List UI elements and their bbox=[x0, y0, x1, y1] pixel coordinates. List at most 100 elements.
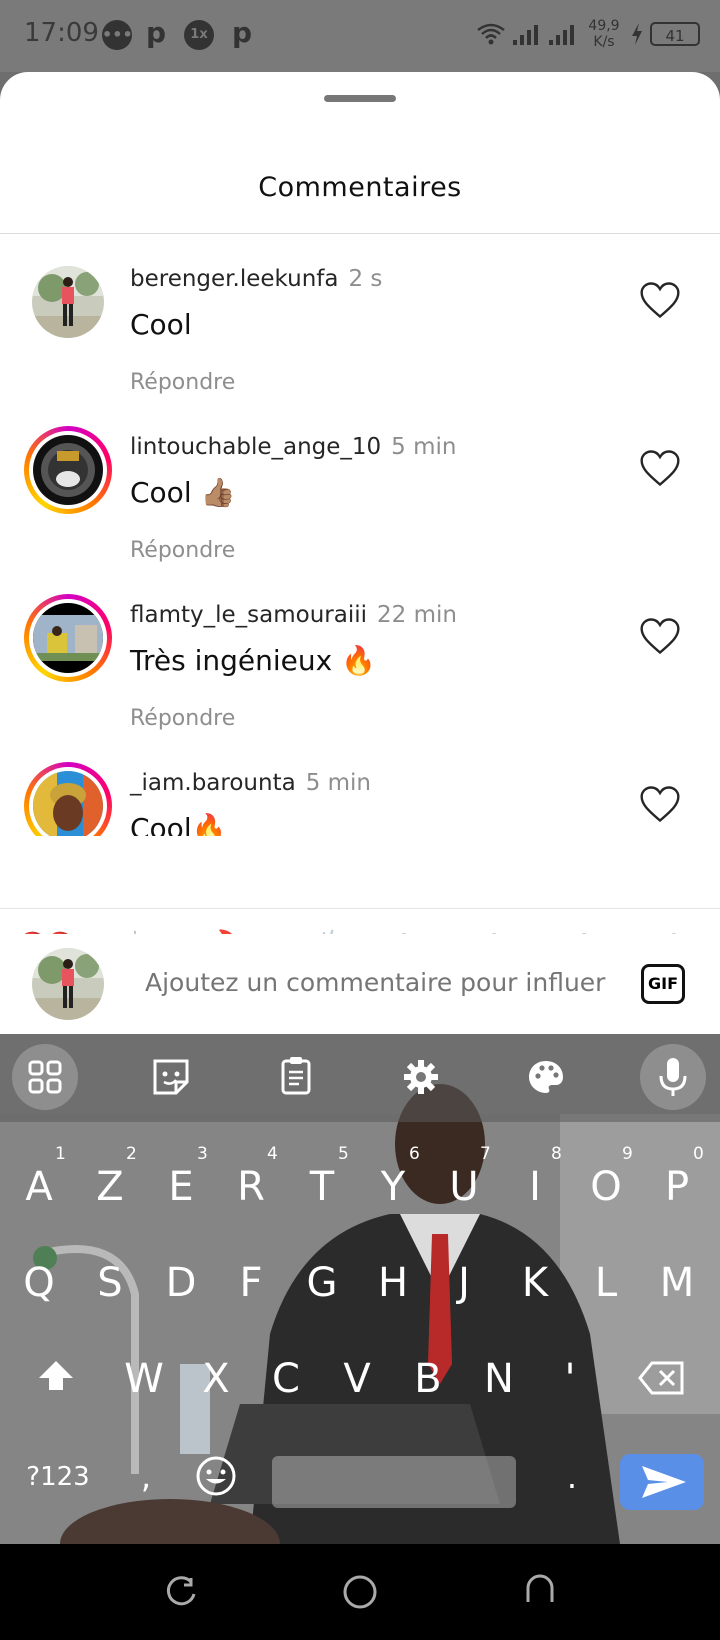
comment-username[interactable]: _iam.barounta 5 min bbox=[130, 770, 371, 796]
home-icon[interactable] bbox=[340, 1572, 380, 1612]
comma-key[interactable]: , bbox=[116, 1458, 176, 1496]
chat-icon: ••• bbox=[102, 20, 133, 50]
status-indicators: 49,9 K/s 41 bbox=[476, 18, 700, 50]
key-f[interactable]: F bbox=[221, 1260, 281, 1306]
gif-button[interactable]: GIF bbox=[641, 964, 685, 1004]
key-u[interactable]: U bbox=[434, 1164, 494, 1210]
palette-icon bbox=[529, 1061, 563, 1093]
keyboard: A 1 Z 2 E 3 R 4 T 5 Y 6 U 7 I 8 O 9 P 0 … bbox=[0, 1034, 720, 1544]
key-t[interactable]: T bbox=[292, 1164, 352, 1210]
gear-icon bbox=[404, 1060, 438, 1094]
key-d[interactable]: D bbox=[151, 1260, 211, 1306]
comment-time: 5 min bbox=[305, 770, 372, 796]
key-w[interactable]: W bbox=[114, 1356, 174, 1402]
sticker-button[interactable] bbox=[138, 1044, 204, 1110]
avatar-with-story-ring[interactable] bbox=[24, 762, 112, 836]
key-b[interactable]: B bbox=[398, 1356, 458, 1402]
comment-username[interactable]: lintouchable_ange_10 5 min bbox=[130, 434, 457, 460]
grid-icon bbox=[28, 1060, 62, 1094]
divider bbox=[0, 233, 720, 234]
key-k[interactable]: K bbox=[505, 1260, 565, 1306]
send-button[interactable] bbox=[620, 1454, 704, 1510]
key-a[interactable]: A bbox=[9, 1164, 69, 1210]
heart-icon[interactable] bbox=[638, 446, 682, 490]
status-bar: 17:09 ••• p 1x p 49,9 K/s 41 bbox=[0, 0, 720, 72]
comment-text: Cool bbox=[130, 308, 192, 341]
charging-icon bbox=[632, 23, 642, 45]
key-q[interactable]: Q bbox=[9, 1260, 69, 1306]
key-x[interactable]: X bbox=[186, 1356, 246, 1402]
key-p[interactable]: P bbox=[647, 1164, 707, 1210]
key-hint: 5 bbox=[338, 1144, 349, 1164]
symbols-key[interactable]: ?123 bbox=[18, 1462, 98, 1492]
backspace-key[interactable] bbox=[632, 1360, 692, 1406]
avatar-photo bbox=[33, 435, 103, 505]
key-hint: 2 bbox=[126, 1144, 137, 1164]
avatar[interactable] bbox=[24, 258, 112, 346]
key-m[interactable]: M bbox=[647, 1260, 707, 1306]
key-r[interactable]: R bbox=[221, 1164, 281, 1210]
shift-key[interactable] bbox=[26, 1356, 86, 1406]
heart-icon[interactable] bbox=[638, 278, 682, 322]
key-s[interactable]: S bbox=[80, 1260, 140, 1306]
key-y[interactable]: Y bbox=[363, 1164, 423, 1210]
key-v[interactable]: V bbox=[327, 1356, 387, 1402]
comment-item: _iam.barounta 5 min Cool🔥 bbox=[0, 754, 720, 836]
key-z[interactable]: Z bbox=[80, 1164, 140, 1210]
p-app-icon: p bbox=[232, 16, 253, 49]
key-i[interactable]: I bbox=[505, 1164, 565, 1210]
key-g[interactable]: G bbox=[292, 1260, 352, 1306]
comment-input-row: GIF bbox=[0, 934, 720, 1034]
theme-button[interactable] bbox=[513, 1044, 579, 1110]
clipboard-button[interactable] bbox=[263, 1044, 329, 1110]
avatar-with-story-ring[interactable] bbox=[24, 594, 112, 682]
avatar bbox=[32, 948, 104, 1020]
keyboard-toolbar bbox=[0, 1034, 720, 1122]
key-hint: 1 bbox=[55, 1144, 66, 1164]
recent-apps-icon[interactable] bbox=[163, 1574, 199, 1610]
key-hint: 9 bbox=[622, 1144, 633, 1164]
p-app-icon: p bbox=[146, 16, 167, 49]
heart-icon[interactable] bbox=[638, 782, 682, 826]
back-icon[interactable] bbox=[522, 1572, 558, 1608]
key-l[interactable]: L bbox=[576, 1260, 636, 1306]
reply-button[interactable]: Répondre bbox=[130, 370, 235, 395]
comment-username[interactable]: berenger.leekunfa 2 s bbox=[130, 266, 382, 292]
sheet-drag-handle[interactable] bbox=[324, 95, 396, 102]
avatar-with-story-ring[interactable] bbox=[24, 426, 112, 514]
avatar-photo bbox=[32, 266, 104, 338]
key-hint: 3 bbox=[197, 1144, 208, 1164]
avatar-photo bbox=[33, 603, 103, 673]
key-c[interactable]: C bbox=[256, 1356, 316, 1402]
key-n[interactable]: N bbox=[469, 1356, 529, 1402]
key-e[interactable]: E bbox=[151, 1164, 211, 1210]
period-key[interactable]: . bbox=[542, 1458, 602, 1496]
comments-sheet: Commentaires berenger.leekunfa 2 s Cool R… bbox=[0, 72, 720, 1034]
key-hint: 0 bbox=[693, 1144, 704, 1164]
battery-indicator: 41 bbox=[650, 22, 700, 46]
comment-username[interactable]: flamty_le_samouraiii 22 min bbox=[130, 602, 457, 628]
system-nav-bar bbox=[0, 1544, 720, 1640]
key-j[interactable]: J bbox=[434, 1260, 494, 1306]
comment-text: Très ingénieux 🔥 bbox=[130, 644, 376, 677]
settings-button[interactable] bbox=[388, 1044, 454, 1110]
key-apostrophe[interactable]: ' bbox=[540, 1356, 600, 1402]
voice-input-button[interactable] bbox=[640, 1044, 706, 1110]
microphone-icon bbox=[659, 1058, 687, 1096]
sticker-icon bbox=[153, 1059, 189, 1095]
signal-icon bbox=[513, 25, 538, 45]
space-bar[interactable] bbox=[272, 1456, 516, 1508]
reply-button[interactable]: Répondre bbox=[130, 538, 235, 563]
send-arrow-icon bbox=[642, 1466, 686, 1498]
status-time: 17:09 bbox=[24, 18, 99, 48]
wifi-icon bbox=[477, 23, 505, 45]
apps-grid-button[interactable] bbox=[12, 1044, 78, 1110]
reply-button[interactable]: Répondre bbox=[130, 706, 235, 731]
avatar-photo bbox=[33, 771, 103, 836]
heart-icon[interactable] bbox=[638, 614, 682, 658]
comment-input[interactable] bbox=[145, 968, 615, 997]
key-o[interactable]: O bbox=[576, 1164, 636, 1210]
key-h[interactable]: H bbox=[363, 1260, 423, 1306]
key-hint: 4 bbox=[267, 1144, 278, 1164]
emoji-key[interactable] bbox=[186, 1454, 246, 1508]
